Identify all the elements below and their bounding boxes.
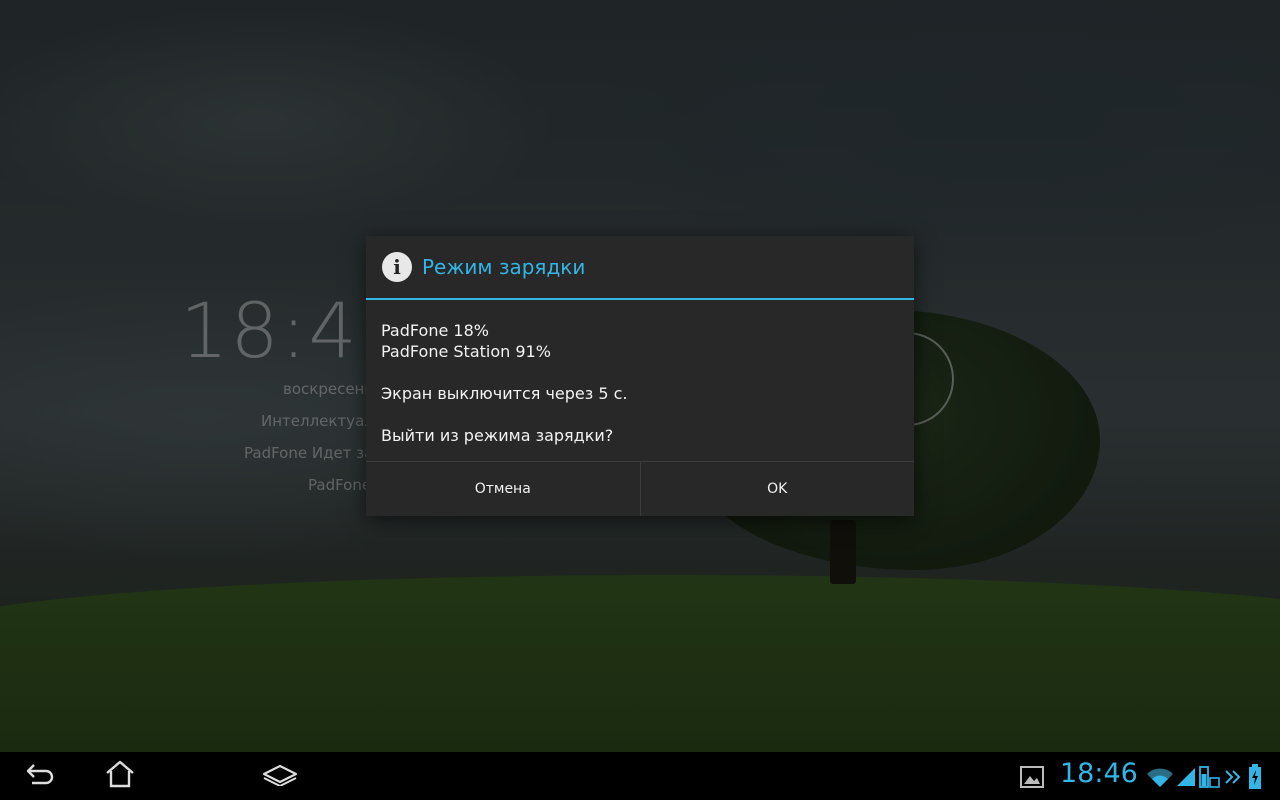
screen: 18:4 воскресень Интеллектуал PadFone Иде… xyxy=(0,0,1280,800)
home-button[interactable] xyxy=(98,760,142,792)
battery-charging-icon xyxy=(1248,764,1262,794)
status-clock[interactable]: 18:46 xyxy=(1060,758,1138,789)
signal-icon xyxy=(1176,766,1196,792)
recents-icon xyxy=(261,762,299,790)
recents-button[interactable] xyxy=(258,760,302,792)
exit-question-text: Выйти из режима зарядки? xyxy=(381,426,614,445)
back-button[interactable] xyxy=(18,760,62,792)
station-battery-text: PadFone Station 91% xyxy=(381,342,551,361)
more-icon[interactable] xyxy=(1224,768,1242,790)
cancel-button[interactable]: Отмена xyxy=(366,462,640,516)
dialog-title: Режим зарядки xyxy=(422,255,586,279)
battery-dock-icon xyxy=(1198,764,1220,794)
padfone-battery-text: PadFone 18% xyxy=(381,321,489,340)
dialog-header: i Режим зарядки xyxy=(366,236,914,300)
dialog-message: PadFone 18% PadFone Station 91% Экран вы… xyxy=(381,320,901,446)
screen-off-text: Экран выключится через 5 с. xyxy=(381,384,628,403)
ok-button[interactable]: OK xyxy=(639,462,915,516)
wifi-icon xyxy=(1146,766,1174,792)
charging-mode-dialog: i Режим зарядки PadFone 18% PadFone Stat… xyxy=(366,236,914,516)
dialog-button-bar: Отмена OK xyxy=(366,461,914,516)
gallery-icon[interactable] xyxy=(1020,766,1044,792)
info-icon: i xyxy=(382,252,412,282)
back-icon xyxy=(24,760,56,792)
home-icon xyxy=(104,759,136,793)
